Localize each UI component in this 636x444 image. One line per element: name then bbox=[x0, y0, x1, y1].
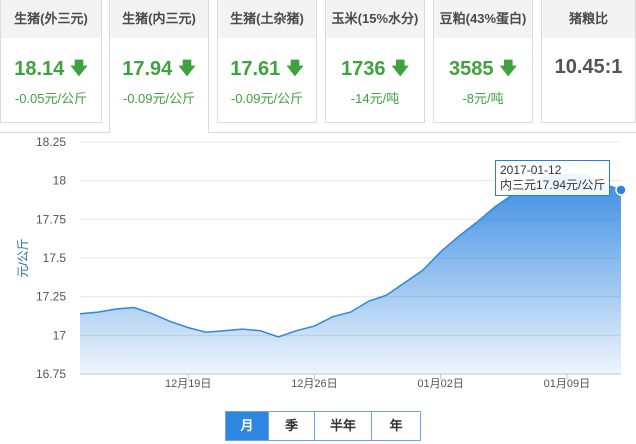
tooltip-date: 2017-01-12 bbox=[500, 163, 562, 177]
x-tick-label: 12月26日 bbox=[291, 378, 337, 390]
series-area bbox=[80, 174, 621, 374]
x-tick-label: 01月09日 bbox=[544, 378, 590, 390]
y-tick-label: 18.25 bbox=[36, 135, 66, 149]
y-tick-label: 17 bbox=[53, 328, 67, 342]
card-change: -0.09元/公斤 bbox=[122, 91, 196, 106]
x-tick-label: 12月19日 bbox=[165, 378, 211, 390]
y-axis-label: 元/公斤 bbox=[16, 238, 30, 277]
y-tick-label: 17.25 bbox=[36, 290, 66, 304]
tooltip-value: 内三元17.94元/公斤 bbox=[500, 178, 606, 192]
card-title: 生猪(内三元) bbox=[110, 0, 208, 38]
range-tabs: 月 季 半年 年 bbox=[225, 411, 421, 441]
tab-quarter[interactable]: 季 bbox=[268, 412, 314, 440]
tab-half-year[interactable]: 半年 bbox=[314, 412, 371, 440]
arrow-down-icon: 🡇 bbox=[178, 59, 196, 78]
y-tick-label: 18 bbox=[53, 174, 67, 188]
x-tick-label: 01月02日 bbox=[417, 378, 463, 390]
y-tick-label: 17.5 bbox=[43, 251, 67, 265]
tab-year[interactable]: 年 bbox=[371, 412, 420, 440]
y-tick-label: 16.75 bbox=[36, 367, 66, 381]
highlighted-point bbox=[615, 184, 627, 196]
price-chart[interactable]: 16.75 17 17.25 17.5 17.75 18 18.25 12月19日 12月26日… bbox=[0, 0, 636, 444]
y-tick-label: 17.75 bbox=[36, 212, 66, 226]
price-card-active[interactable]: 生猪(内三元) 17.94 🡇 -0.09元/公斤 bbox=[109, 0, 209, 133]
card-value-number: 17.94 bbox=[122, 58, 173, 80]
card-value: 17.94 🡇 bbox=[110, 56, 208, 85]
chart-tooltip: 2017-01-12 内三元17.94元/公斤 bbox=[495, 160, 611, 196]
tab-month[interactable]: 月 bbox=[226, 412, 268, 440]
